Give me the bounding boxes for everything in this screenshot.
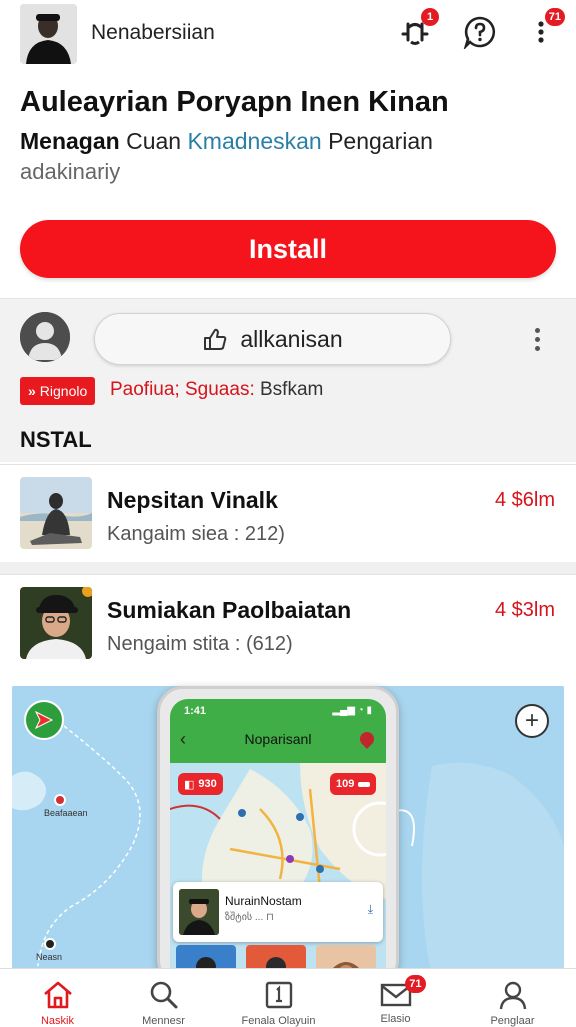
subtitle-plain: Cuan <box>119 128 188 154</box>
promo-tag[interactable]: » Rignolo <box>20 377 96 405</box>
nav-item-orders[interactable]: Fenala Olayuin <box>221 969 336 1027</box>
chip-label: 109 <box>336 778 355 790</box>
section-heading: NSTAL <box>20 427 92 452</box>
nav-label: Naskik <box>40 1015 74 1027</box>
subtitle-rest: Pengarian <box>321 128 433 154</box>
download-icon[interactable]: ⤓ <box>368 902 373 917</box>
more-menu-button[interactable]: 71 <box>523 8 565 50</box>
more-dot-icon <box>534 327 540 333</box>
nav-item-home[interactable]: Naskik <box>0 969 115 1027</box>
plus-icon: + <box>524 707 539 734</box>
row-thumbnail <box>20 477 92 549</box>
map-pin[interactable] <box>44 938 56 950</box>
phone-status-icons: ▂▄▆ ◔ ▮ <box>332 705 372 716</box>
map-pin-label: Neasn <box>36 952 63 962</box>
phone-title: Noparisanl <box>244 731 312 747</box>
card-title: NurainNostam <box>225 894 302 908</box>
home-icon <box>43 981 72 1009</box>
new-indicator-icon <box>82 587 92 597</box>
list-item[interactable]: Sumiakan Paolbaiatan Nengaim stita : (61… <box>0 574 576 672</box>
user-avatar[interactable] <box>20 312 70 362</box>
row-title: Nepsitan Vinalk <box>107 487 278 513</box>
map-pin[interactable] <box>54 794 66 806</box>
more-badge: 71 <box>544 8 565 26</box>
like-icon <box>204 328 227 350</box>
nav-label: Fenala Olayuin <box>241 1015 316 1027</box>
card-subtitle: ზშტის ... ⊓ <box>225 912 274 923</box>
nav-item-inbox[interactable]: 71 Elasio <box>338 969 453 1025</box>
app-name: Nenabersiian <box>91 21 215 44</box>
double-chevron-icon: » <box>28 383 36 399</box>
notification-button[interactable]: 1 <box>397 8 439 50</box>
listing-subtitle: Menagan Cuan Kmadneskan Pengarian <box>20 125 560 157</box>
promo-text-red: Paofiua; Sguaas: <box>110 379 255 400</box>
chip-icon: ◧ <box>184 778 195 791</box>
promo-text: Paofiua; Sguaas: Bsfkam <box>110 379 323 401</box>
help-button[interactable] <box>462 14 498 50</box>
row-subtitle: Nengaim stita : (612) <box>107 633 293 655</box>
promo-tag-label: Rignolo <box>39 383 88 399</box>
zoom-in-button[interactable]: + <box>515 704 549 738</box>
comment-panel: allkanisan » Rignolo Paofiua; Sguaas: Bs… <box>0 298 576 462</box>
nav-label: Penglaar <box>490 1015 535 1027</box>
more-dot-icon <box>534 336 540 342</box>
subtitle-link[interactable]: Kmadneskan <box>187 128 321 154</box>
card-icon <box>265 981 292 1009</box>
subtitle-bold: Menagan <box>20 128 120 154</box>
map-pin-label: Beafaaean <box>44 808 88 818</box>
compass-button[interactable] <box>24 700 64 740</box>
row-subtitle: Kangaim siea : 212) <box>107 523 285 545</box>
phone-screen: 1:41 ▂▄▆ ◔ ▮ ‹ Noparisanl ◧ 930 109 Nura… <box>170 699 386 983</box>
phone-time: 1:41 <box>184 705 207 717</box>
listing-subtitle-line2: adakinariy <box>20 159 121 184</box>
row-title: Sumiakan Paolbaiatan <box>107 597 352 623</box>
nav-item-search[interactable]: Mennesr <box>106 969 221 1027</box>
comment-input-text: allkanisan <box>240 325 343 352</box>
more-dot-icon <box>534 345 540 351</box>
listing-title: Auleayrian Poryapn Inen Kinan <box>20 86 449 118</box>
price-chip[interactable]: ◧ 930 <box>178 773 223 795</box>
bottom-navigation: Naskik Mennesr Fenala Olayuin 71 Elasio … <box>0 968 576 1027</box>
notification-badge: 1 <box>421 8 439 26</box>
nav-label: Mennesr <box>142 1015 185 1027</box>
promo-text-gray: Bsfkam <box>254 379 324 400</box>
seller-avatar[interactable] <box>20 4 77 64</box>
row-thumbnail <box>20 587 92 659</box>
card-thumbnail <box>179 889 219 935</box>
chip-icon <box>358 781 371 787</box>
divider <box>0 562 576 574</box>
phone-listing-card[interactable]: NurainNostam ზშტის ... ⊓ ⤓ <box>173 882 383 942</box>
nav-label: Elasio <box>380 1013 411 1025</box>
nav-item-profile[interactable]: Penglaar <box>455 969 570 1027</box>
panel-more-button[interactable] <box>525 321 549 357</box>
search-icon <box>150 981 177 1009</box>
row-price: 4 $3lm <box>494 599 555 621</box>
comment-input[interactable]: allkanisan <box>94 313 451 365</box>
mail-badge: 71 <box>405 975 426 993</box>
help-chat-icon <box>463 16 496 49</box>
phone-mockup: 1:41 ▂▄▆ ◔ ▮ ‹ Noparisanl ◧ 930 109 Nura… <box>157 686 399 986</box>
profile-icon <box>499 981 526 1010</box>
top-app-bar: Nenabersiian 1 71 <box>0 0 576 66</box>
price-chip[interactable]: 109 <box>330 773 377 795</box>
divider <box>0 672 576 686</box>
row-price: 4 $6lm <box>494 489 555 511</box>
navigation-arrow-icon <box>34 710 54 730</box>
install-button[interactable]: Install <box>20 220 556 278</box>
list-item[interactable]: Nepsitan Vinalk Kangaim siea : 212) 4 $6… <box>0 464 576 562</box>
phone-app-bar: 1:41 ▂▄▆ ◔ ▮ ‹ Noparisanl <box>170 699 386 763</box>
chip-label: 930 <box>198 778 217 790</box>
